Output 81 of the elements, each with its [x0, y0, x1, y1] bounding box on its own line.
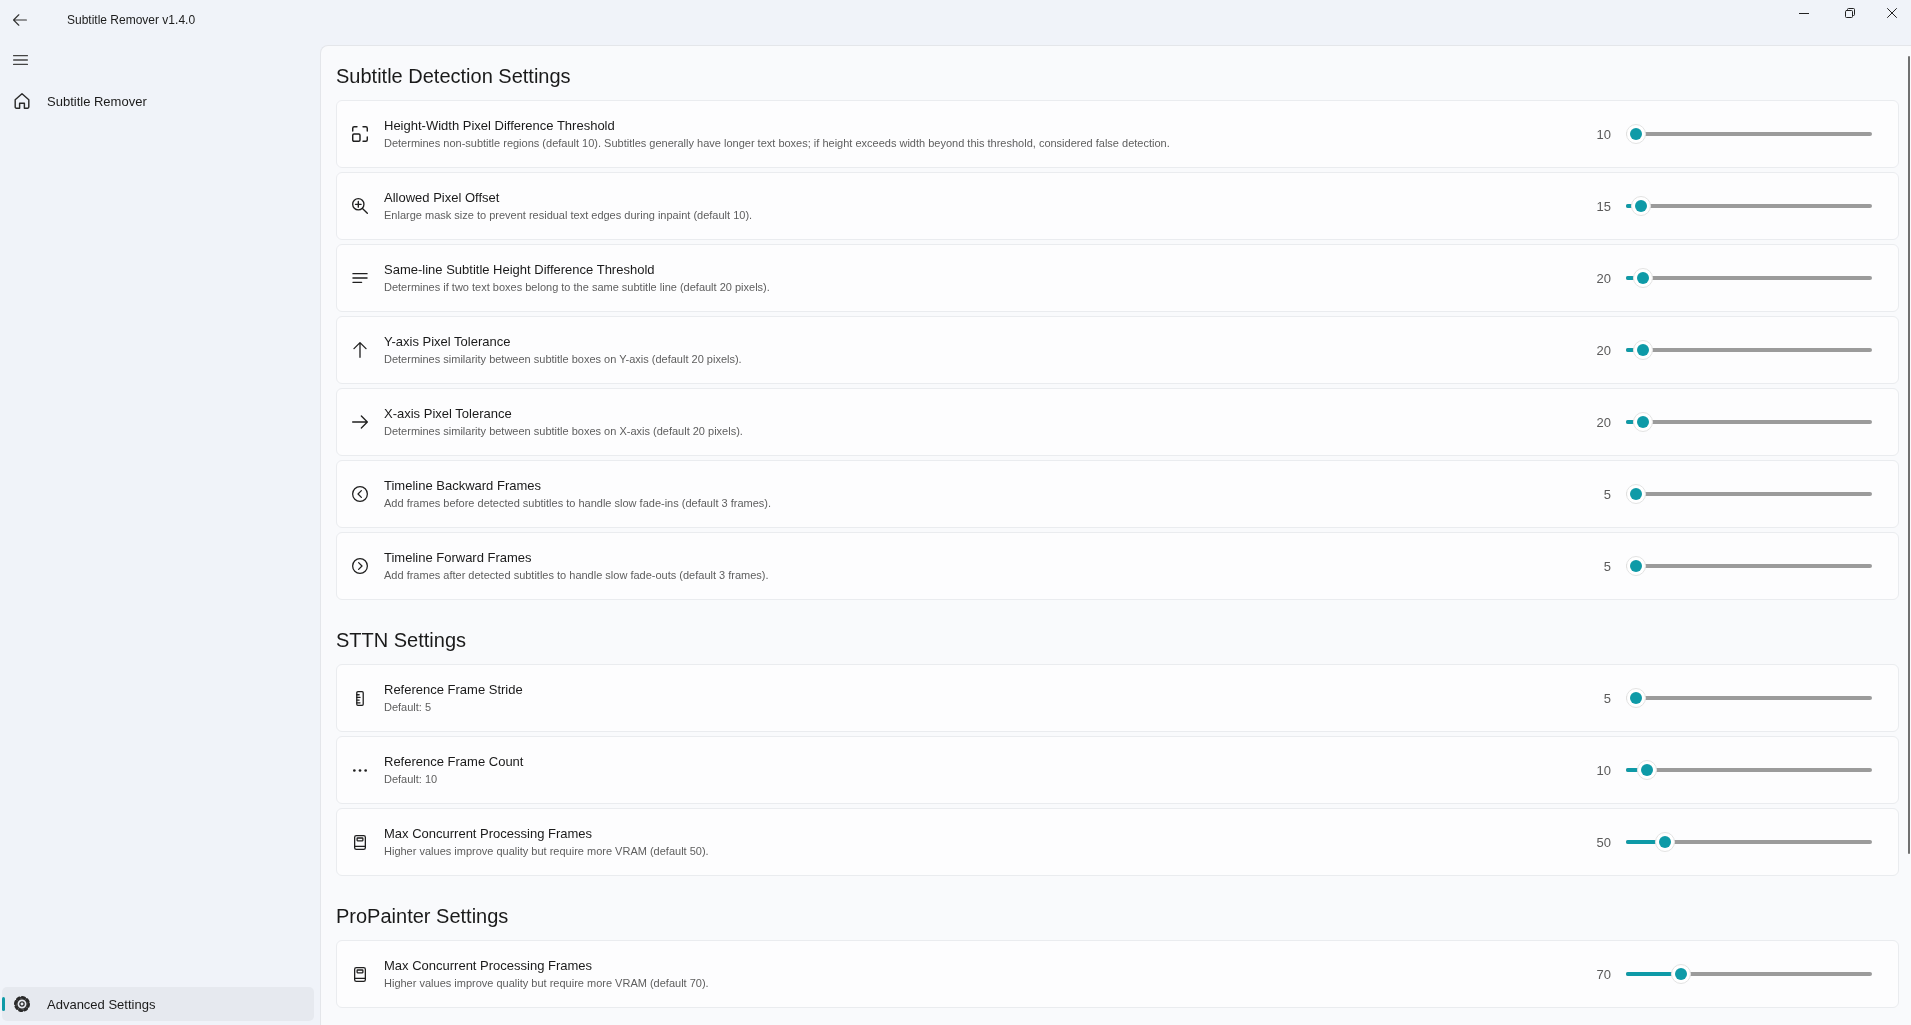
setting-description: Add frames before detected subtitles to handle slow fade-ins (default 3 frames).	[384, 496, 772, 511]
setting-title: Timeline Backward Frames	[384, 477, 541, 495]
slider-thumb[interactable]	[1632, 340, 1653, 360]
book-icon	[354, 834, 366, 850]
slider-thumb[interactable]	[1626, 484, 1646, 504]
minimize-icon	[1799, 12, 1809, 14]
slider-value: 5	[1602, 486, 1611, 502]
slider-thumb[interactable]	[1655, 832, 1676, 852]
slider-thumb[interactable]	[1632, 268, 1653, 288]
slider-value: 10	[1595, 126, 1611, 142]
section-heading: Subtitle Detection Settings	[336, 64, 571, 89]
setting-description: Add frames after detected subtitles to handle slow fade-outs (default 3 frames).	[384, 568, 769, 583]
slider-track[interactable]	[1626, 964, 1872, 984]
zoom-in-icon	[352, 198, 368, 214]
slider-value: 5	[1602, 690, 1611, 706]
up-arrow-icon	[352, 342, 368, 358]
setting-description: Default: 10	[384, 772, 438, 787]
setting-description: Default: 5	[384, 700, 432, 715]
setting-title: Same-line Subtitle Height Difference Threshold	[384, 261, 655, 279]
home-icon	[14, 93, 30, 109]
setting-description: Determines if two text boxes belong to the same subtitle line (default 20 pixels).	[384, 280, 770, 295]
slider-thumb[interactable]	[1626, 688, 1646, 708]
slider-value: 50	[1595, 834, 1611, 850]
slider-track[interactable]	[1626, 556, 1872, 576]
setting-title: Y-axis Pixel Tolerance	[384, 333, 511, 351]
slider-value: 5	[1602, 558, 1611, 574]
slider-track[interactable]	[1626, 412, 1872, 432]
slider-thumb[interactable]	[1626, 556, 1646, 576]
setting-description: Enlarge mask size to prevent residual text edges during inpaint (default 10).	[384, 208, 753, 223]
slider-track[interactable]	[1626, 196, 1872, 216]
slider-value: 20	[1595, 342, 1611, 358]
corner-frame-icon	[352, 126, 368, 142]
setting-description: Determines similarity between subtitle boxes on Y-axis (default 20 pixels).	[384, 352, 742, 367]
scrollbar-thumb[interactable]	[1908, 56, 1910, 854]
slider-value: 15	[1595, 198, 1611, 214]
slider-track[interactable]	[1626, 688, 1872, 708]
setting-title: Height-Width Pixel Difference Threshold	[384, 117, 615, 135]
book-icon	[354, 966, 366, 982]
slider-thumb[interactable]	[1630, 196, 1651, 216]
setting-description: Determines similarity between subtitle boxes on X-axis (default 20 pixels).	[384, 424, 743, 439]
slider-track[interactable]	[1626, 484, 1872, 504]
slider-track[interactable]	[1626, 340, 1872, 360]
circle-right-chevron-icon	[352, 558, 368, 574]
setting-description: Determines non-subtitle regions (default 10). Subtitles generally have longer text boxes; if height exceeds width beyond this threshold, considered false detection.	[384, 136, 1170, 151]
window-title: Subtitle Remover v1.4.0	[67, 12, 196, 29]
gear-icon	[14, 996, 30, 1012]
slider-thumb[interactable]	[1632, 412, 1653, 432]
slider-value: 10	[1595, 762, 1611, 778]
back-arrow-icon	[13, 14, 27, 26]
slider-thumb[interactable]	[1626, 124, 1646, 144]
slider-track[interactable]	[1626, 268, 1872, 288]
setting-description: Higher values improve quality but require more VRAM (default 50).	[384, 844, 709, 859]
slider-track[interactable]	[1626, 760, 1872, 780]
section-heading: ProPainter Settings	[336, 904, 509, 929]
ruler-icon	[354, 690, 366, 706]
setting-title: Allowed Pixel Offset	[384, 189, 500, 207]
slider-track[interactable]	[1626, 832, 1872, 852]
setting-title: Max Concurrent Processing Frames	[384, 825, 593, 843]
setting-title: Reference Frame Stride	[384, 681, 523, 699]
setting-title: Timeline Forward Frames	[384, 549, 532, 567]
right-arrow-icon	[352, 414, 368, 430]
slider-value: 20	[1595, 270, 1611, 286]
lines-icon	[352, 273, 368, 283]
setting-title: Max Concurrent Processing Frames	[384, 957, 593, 975]
nav-item[interactable]: Subtitle Remover	[2, 84, 314, 118]
menu-icon	[12, 55, 28, 65]
circle-left-chevron-icon	[352, 486, 368, 502]
slider-thumb[interactable]	[1637, 760, 1658, 780]
close-icon	[1887, 8, 1897, 18]
setting-title: X-axis Pixel Tolerance	[384, 405, 512, 423]
restore-icon	[1845, 8, 1855, 18]
section-heading: STTN Settings	[336, 628, 467, 653]
slider-value: 70	[1595, 966, 1611, 982]
slider-value: 20	[1595, 414, 1611, 430]
ellipsis-icon	[353, 768, 367, 772]
selection-marker-icon	[2, 997, 5, 1011]
slider-thumb[interactable]	[1671, 964, 1692, 984]
setting-description: Higher values improve quality but require more VRAM (default 70).	[384, 976, 709, 991]
slider-track[interactable]	[1626, 124, 1872, 144]
setting-title: Reference Frame Count	[384, 753, 524, 771]
nav-item[interactable]: Advanced Settings	[2, 987, 314, 1021]
